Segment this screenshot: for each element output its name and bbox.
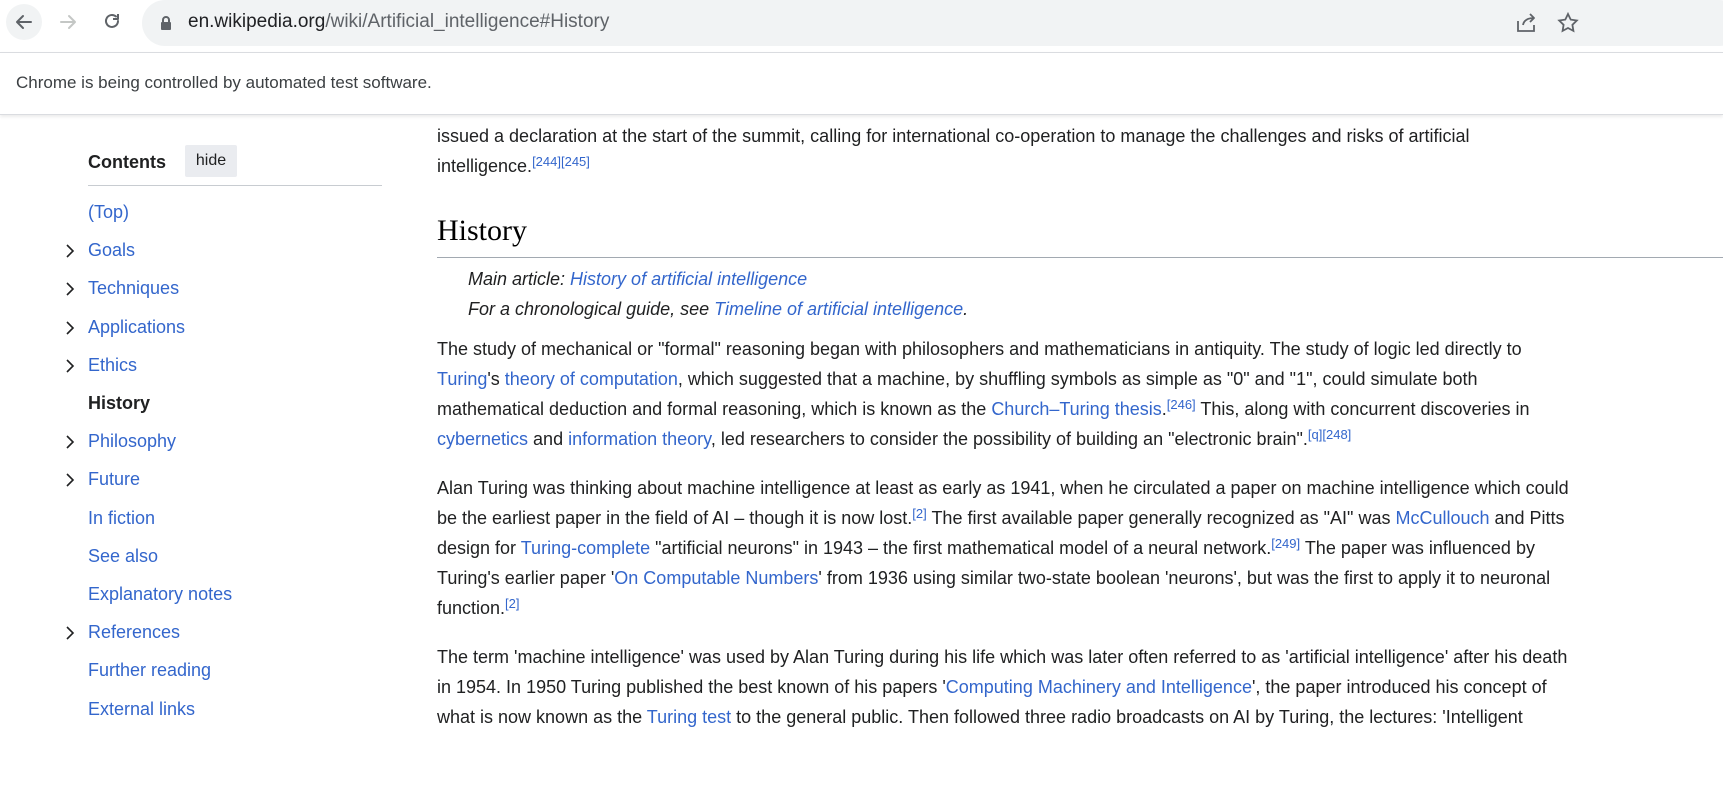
arrow-left-icon — [16, 15, 32, 29]
paragraph-line: function.[2] — [437, 596, 520, 618]
paragraph-line: mathematical deduction and formal reason… — [437, 397, 1530, 419]
paragraph-line: Alan Turing was thinking about machine i… — [437, 478, 1569, 498]
turing-link[interactable]: Turing — [437, 369, 487, 389]
toc-item[interactable]: Explanatory notes — [88, 584, 232, 605]
toc-item[interactable]: In fiction — [88, 508, 155, 529]
history-of-ai-link[interactable]: History of artificial intelligence — [570, 269, 807, 289]
computing-machinery-link[interactable]: Computing Machinery and Intelligence — [946, 677, 1252, 697]
paragraph-line: design for Turing-complete "artificial n… — [437, 536, 1535, 558]
mccullouch-link[interactable]: McCullouch — [1395, 508, 1489, 528]
church-turing-thesis-link[interactable]: Church–Turing thesis — [991, 399, 1161, 419]
toc-item[interactable]: See also — [88, 546, 158, 567]
paragraph-line: what is now known as the Turing test to … — [437, 707, 1523, 727]
turing-complete-link[interactable]: Turing-complete — [521, 538, 650, 558]
paragraph-line: issued a declaration at the start of the… — [437, 126, 1470, 146]
toc-item[interactable]: Techniques — [88, 278, 179, 299]
back-button[interactable] — [6, 4, 42, 40]
toc-item[interactable]: References — [88, 622, 180, 643]
paragraph-line: be the earliest paper in the field of AI… — [437, 506, 1565, 528]
toc-item: History — [88, 393, 151, 413]
on-computable-numbers-link[interactable]: On Computable Numbers — [614, 568, 818, 588]
chevron-right-icon[interactable] — [64, 244, 76, 258]
paragraph-line: cybernetics and information theory, led … — [437, 427, 1352, 449]
toc-item[interactable]: Ethics — [88, 355, 137, 376]
information-theory-link[interactable]: information theory — [568, 429, 711, 449]
hatnote-timeline: For a chronological guide, see Timeline … — [468, 299, 969, 319]
paragraph-line: intelligence.[244][245] — [437, 154, 590, 176]
citation-link[interactable]: [246] — [1167, 397, 1196, 412]
share-icon[interactable] — [1514, 11, 1538, 35]
chevron-right-icon[interactable] — [64, 321, 76, 335]
lock-icon[interactable] — [160, 15, 172, 31]
timeline-of-ai-link[interactable]: Timeline of artificial intelligence — [714, 299, 963, 319]
toc-title: Contents — [88, 152, 166, 172]
paragraph-line: Turing's earlier paper 'On Computable Nu… — [437, 568, 1551, 588]
turing-test-link[interactable]: Turing test — [647, 707, 731, 727]
toc-hide-button[interactable]: hide — [185, 145, 237, 177]
paragraph-line: The term 'machine intelligence' was used… — [437, 647, 1568, 667]
toc-item[interactable]: Goals — [88, 240, 135, 261]
chevron-right-icon[interactable] — [64, 473, 76, 487]
cybernetics-link[interactable]: cybernetics — [437, 429, 528, 449]
citation-link[interactable]: [244][245] — [532, 154, 590, 169]
citation-link[interactable]: [q][248] — [1308, 427, 1351, 442]
chevron-right-icon[interactable] — [64, 282, 76, 296]
toc-item[interactable]: Further reading — [88, 660, 211, 681]
toc-divider — [88, 185, 382, 186]
section-heading: History — [437, 214, 527, 247]
paragraph-line: Turing's theory of computation, which su… — [437, 369, 1478, 389]
infobar-text: Chrome is being controlled by automated … — [16, 73, 432, 92]
toc-item[interactable]: Future — [88, 469, 140, 490]
automation-infobar: Chrome is being controlled by automated … — [0, 52, 1723, 115]
url-text[interactable]: en.wikipedia.org/wiki/Artificial_intelli… — [188, 11, 609, 33]
toc-item[interactable]: (Top) — [88, 202, 129, 223]
theory-of-computation-link[interactable]: theory of computation — [505, 369, 678, 389]
page-content: Contents hide (Top) Goals Techniques Applic… — [0, 114, 1723, 806]
arrow-right-icon — [60, 15, 76, 29]
chevron-right-icon[interactable] — [64, 626, 76, 640]
toc-item[interactable]: Applications — [88, 317, 185, 338]
toc-item[interactable]: Philosophy — [88, 431, 176, 452]
chevron-right-icon[interactable] — [64, 359, 76, 373]
citation-link[interactable]: [2] — [505, 596, 519, 611]
citation-link[interactable]: [2] — [912, 506, 926, 521]
toc-item[interactable]: External links — [88, 699, 195, 720]
paragraph-line: The study of mechanical or "formal" reas… — [437, 339, 1522, 359]
reload-icon — [105, 13, 119, 28]
paragraph-line: in 1954. In 1950 Turing published the be… — [437, 677, 1547, 697]
chevron-right-icon[interactable] — [64, 435, 76, 449]
heading-divider — [437, 257, 1723, 258]
browser-toolbar: en.wikipedia.org/wiki/Artificial_intelli… — [0, 0, 1723, 46]
forward-button[interactable] — [50, 4, 86, 40]
reload-button[interactable] — [94, 4, 130, 40]
hatnote-main-article: Main article: History of artificial inte… — [468, 269, 808, 289]
bookmark-star-icon[interactable] — [1556, 11, 1580, 35]
citation-link[interactable]: [249] — [1271, 536, 1300, 551]
